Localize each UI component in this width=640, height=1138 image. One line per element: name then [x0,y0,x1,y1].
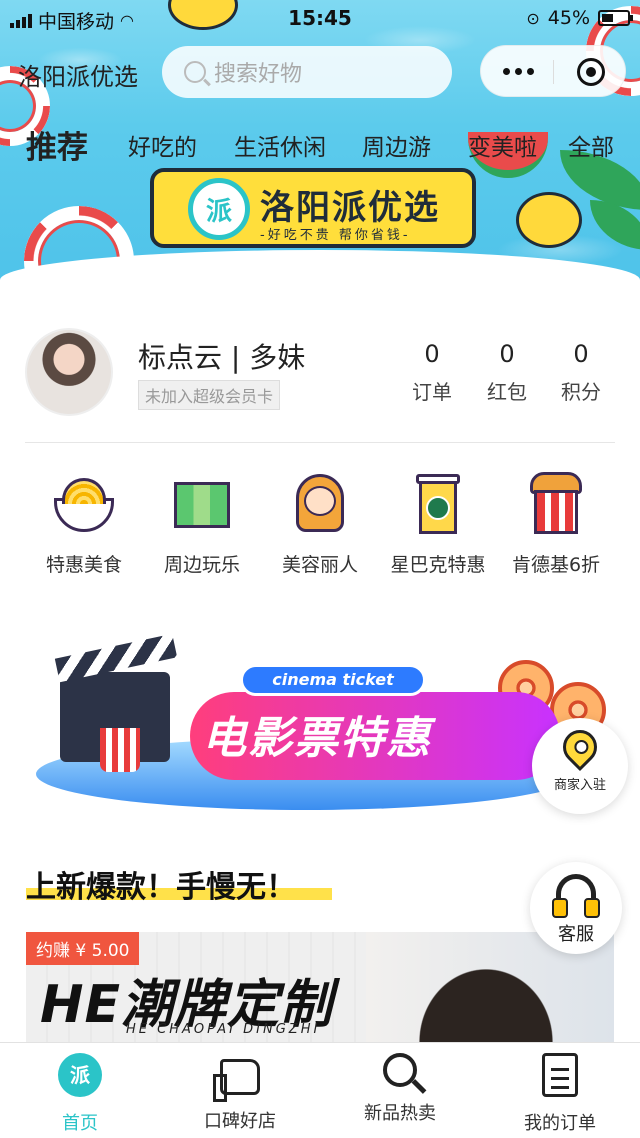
earn-badge: 约赚 ¥ 5.00 [26,932,140,965]
fried-chicken-icon [524,472,588,536]
tab-beauty[interactable]: 变美啦 [468,128,537,162]
user-name: 标点云 | 多妹 [138,341,306,374]
stat-orders[interactable]: 0 订单 [392,340,472,405]
noodle-bowl-icon [52,472,116,536]
duck-mascot-icon [516,192,582,248]
quick-link-label: 美容丽人 [281,554,358,576]
tab-food[interactable]: 好吃的 [128,128,197,162]
battery-icon [598,10,633,26]
status-bar: 中国移动 ◠ 15:45 ⊙ 45% [0,0,640,36]
user-profile: 标点云 | 多妹 未加入超级会员卡 0 订单 0 红包 0 积分 [0,310,640,440]
quick-link-kfc[interactable]: 肯德基6折 [496,472,616,577]
tab-home[interactable]: 派 首页 [0,1053,160,1135]
product-card[interactable]: HE潮牌定制 HE CHAOPAI DINGZHI 约赚 ¥ 5.00 [26,932,614,1044]
tab-leisure[interactable]: 生活休闲 [234,128,326,162]
capsule-divider [553,60,554,84]
tab-label: 口碑好店 [204,1111,276,1132]
stat-label: 订单 [412,380,452,404]
home-logo-icon: 派 [58,1053,102,1097]
stat-value: 0 [573,340,589,368]
coffee-cup-icon [406,472,470,536]
brand-name: 洛阳派优选 [260,188,440,228]
tab-label: 新品热卖 [364,1103,436,1124]
miniprogram-capsule [480,45,626,97]
customer-service-label: 客服 [558,924,594,945]
brand-logo-icon: 派 [188,178,250,240]
stat-value: 0 [499,340,515,368]
battery-percent: 45% [547,7,590,29]
cinema-ticket-banner[interactable]: cinema ticket 电影票特惠 [30,628,610,828]
avatar[interactable] [25,328,113,416]
quick-links: 特惠美食 周边玩乐 美容丽人 星巴克特惠 肯德基6折 [0,460,640,590]
tab-recommend[interactable]: 推荐 [26,122,88,167]
tab-top-shops[interactable]: 口碑好店 [160,1053,320,1133]
popcorn-icon [100,728,140,772]
stat-label: 红包 [487,380,527,404]
customer-service-button[interactable]: 客服 [530,862,622,954]
search-placeholder: 搜索好物 [214,62,303,87]
search-input[interactable]: 搜索好物 [162,46,452,98]
tab-label: 首页 [62,1113,98,1134]
more-options-icon[interactable] [503,68,534,75]
quick-link-beauty[interactable]: 美容丽人 [260,472,380,577]
close-miniprogram-icon[interactable] [577,58,605,86]
cinema-tag: cinema ticket [240,664,426,696]
woman-icon [288,472,352,536]
cinema-title: 电影票特惠 [202,713,432,764]
bottom-tab-bar: 派 首页 口碑好店 新品热卖 我的订单 [0,1042,640,1138]
merchant-join-button[interactable]: 商家入驻 [532,718,628,814]
document-icon [542,1053,578,1097]
brand-logo-plate: 派 洛阳派优选 -好吃不贵 帮你省钱- [150,168,476,248]
stat-points[interactable]: 0 积分 [541,340,621,405]
quick-link-leisure[interactable]: 周边玩乐 [142,472,262,577]
magnifier-icon [383,1053,417,1087]
tab-new-products[interactable]: 新品热卖 [320,1053,480,1125]
rotation-lock-icon: ⊙ [526,8,540,28]
quick-link-label: 星巴克特惠 [390,554,486,576]
quick-link-food[interactable]: 特惠美食 [24,472,144,577]
section-title: 上新爆款！手慢无！ [26,870,296,905]
tab-my-orders[interactable]: 我的订单 [480,1053,640,1135]
divider [25,442,615,443]
stat-label: 积分 [561,380,601,404]
headset-icon [552,874,600,918]
nav-bar: 洛阳派优选 搜索好物 [0,42,640,100]
app-title: 洛阳派优选 [18,63,138,91]
map-icon [170,472,234,536]
location-pin-icon [555,722,605,772]
brand-slogan: -好吃不贵 帮你省钱- [260,228,411,243]
tab-all[interactable]: 全部 [568,128,614,162]
stat-red-packets[interactable]: 0 红包 [467,340,547,405]
search-icon [184,61,206,83]
stat-value: 0 [424,340,440,368]
merchant-join-label: 商家入驻 [553,778,606,793]
quick-link-label: 特惠美食 [45,554,122,576]
quick-link-label: 周边玩乐 [163,554,240,576]
quick-link-starbucks[interactable]: 星巴克特惠 [378,472,498,577]
tab-nearby-travel[interactable]: 周边游 [362,128,431,162]
product-subtitle: HE CHAOPAI DINGZHI [126,1022,321,1037]
quick-link-label: 肯德基6折 [511,554,601,576]
thumbs-up-icon [213,1059,260,1102]
category-tabs: 推荐 好吃的 生活休闲 周边游 变美啦 全部 [0,118,640,168]
header-banner: 中国移动 ◠ 15:45 ⊙ 45% 洛阳派优选 搜索好物 推荐 好吃的 生活休… [0,0,640,280]
tab-label: 我的订单 [524,1113,596,1134]
member-card-badge[interactable]: 未加入超级会员卡 [138,380,281,410]
